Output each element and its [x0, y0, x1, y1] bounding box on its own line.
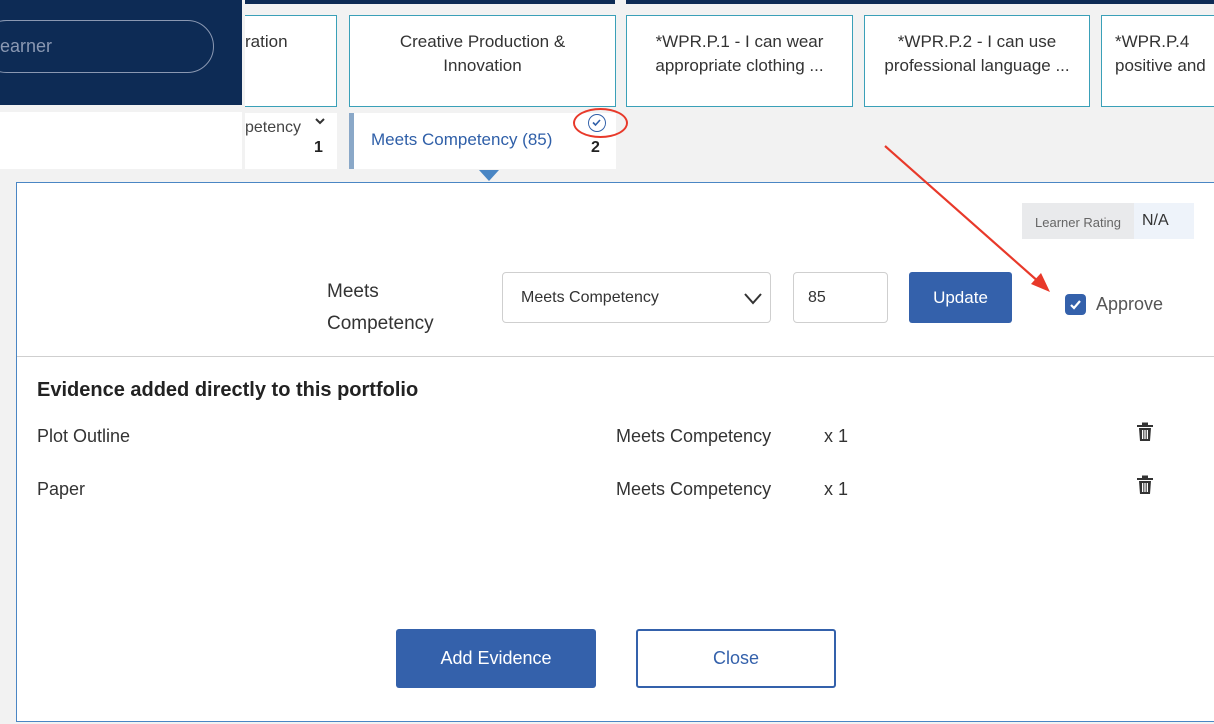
competency-header-card[interactable]: ration — [245, 15, 337, 107]
evidence-count: x 1 — [824, 426, 849, 446]
rating-select-value: Meets Competency — [521, 289, 659, 306]
competency-detail-panel — [16, 182, 1214, 722]
evidence-rating: Meets Competency — [616, 479, 772, 499]
search-input-placeholder: earner — [0, 36, 53, 56]
rating-strip-count: 1 — [314, 139, 323, 156]
competency-header-card[interactable]: *WPR.P.2 - I can use professional langua… — [864, 15, 1090, 107]
close-button[interactable]: Close — [636, 629, 836, 688]
add-evidence-button[interactable]: Add Evidence — [396, 629, 596, 688]
trash-icon[interactable] — [1136, 422, 1154, 447]
competency-header-label: *WPR.P.2 - I can use — [897, 32, 1057, 51]
trash-icon[interactable] — [1136, 475, 1154, 500]
header-topbar — [245, 0, 615, 4]
competency-header-label: ration — [245, 32, 288, 51]
rating-label: Meets Competency — [327, 281, 434, 334]
checkmark-icon — [1070, 300, 1081, 310]
annotation-circle — [573, 108, 628, 138]
header-topbar — [626, 0, 1214, 4]
competency-header-label: *WPR.P.1 - I can wear — [655, 32, 824, 51]
learner-rating-label: Learner Rating — [1035, 215, 1121, 230]
active-indicator-bar — [349, 113, 354, 169]
chevron-down-icon — [744, 293, 762, 305]
panel-pointer — [479, 170, 499, 181]
approve-checkbox[interactable] — [1065, 294, 1086, 315]
chevron-down-icon[interactable] — [314, 114, 326, 130]
competency-header-label: *WPR.P.4 — [1115, 32, 1190, 51]
learner-rating-value: N/A — [1142, 212, 1169, 229]
competency-header-card[interactable]: *WPR.P.1 - I can wear appropriate clothi… — [626, 15, 853, 107]
left-strip — [0, 112, 242, 169]
competency-header-label: Creative Production & — [399, 32, 566, 51]
approve-label[interactable]: Approve — [1096, 294, 1163, 315]
score-input-value: 85 — [808, 289, 826, 306]
competency-header-card[interactable]: *WPR.P.4 positive and — [1101, 15, 1214, 107]
update-button[interactable]: Update — [909, 272, 1012, 323]
evidence-heading: Evidence added directly to this portfoli… — [37, 379, 419, 401]
rating-strip-count: 2 — [591, 139, 600, 156]
evidence-name[interactable]: Paper — [37, 479, 85, 500]
evidence-name[interactable]: Plot Outline — [37, 426, 130, 447]
evidence-count: x 1 — [824, 479, 849, 499]
panel-divider — [17, 356, 1214, 357]
rating-strip-text: petency — [245, 119, 302, 136]
rating-strip-text: Meets Competency (85) — [371, 130, 553, 149]
evidence-rating: Meets Competency — [616, 426, 772, 446]
competency-header-card[interactable]: Creative Production & Innovation — [349, 15, 616, 107]
